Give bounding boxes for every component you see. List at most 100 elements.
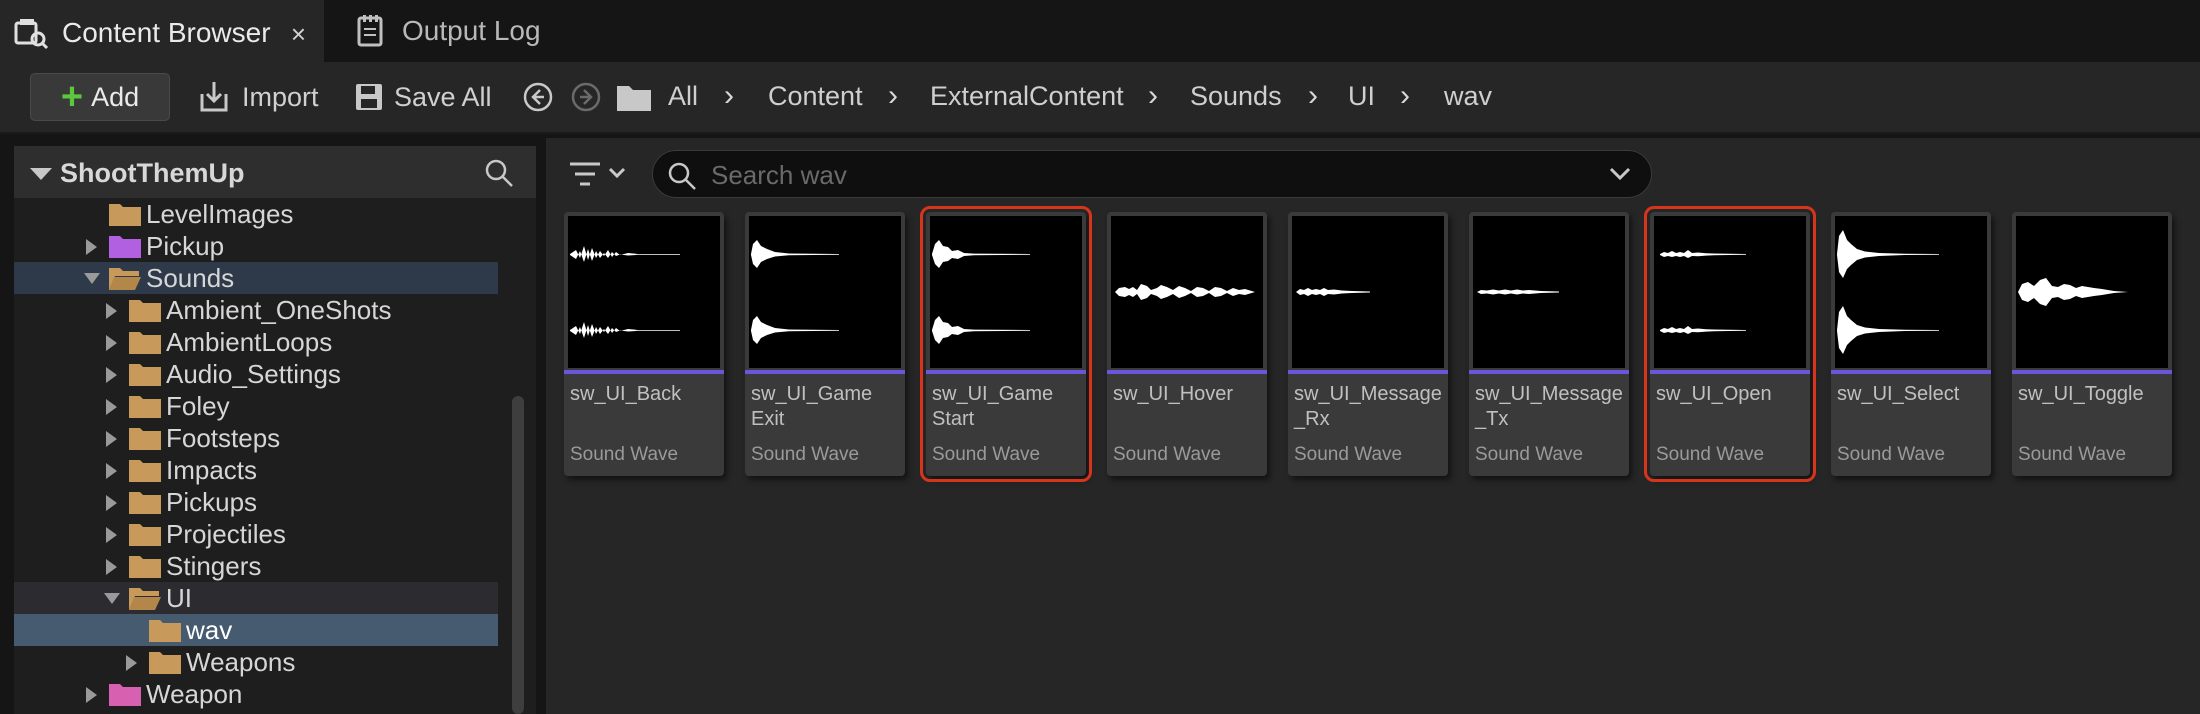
folder-open-icon: [129, 588, 161, 610]
save-all-button[interactable]: Save All: [354, 74, 492, 120]
search-input[interactable]: [709, 157, 1593, 193]
expand-arrow-icon[interactable]: [86, 687, 97, 703]
expand-arrow-icon[interactable]: [106, 559, 117, 575]
plus-icon: +: [60, 76, 84, 118]
expand-arrow-icon[interactable]: [106, 527, 117, 543]
tree-item-pickups[interactable]: Pickups: [14, 486, 498, 518]
scrollbar-thumb[interactable]: [512, 396, 524, 714]
breadcrumb-content[interactable]: Content: [768, 81, 863, 112]
waveform-thumbnail: [1111, 216, 1263, 368]
chevron-right-icon[interactable]: ›: [1148, 79, 1158, 113]
asset-name: sw_UI_Message _Tx: [1475, 383, 1623, 430]
folder-icon: [129, 524, 161, 546]
asset-tile[interactable]: sw_UI_Message _Tx Sound Wave: [1469, 212, 1629, 476]
folder-icon: [129, 332, 161, 354]
chevron-right-icon[interactable]: ›: [888, 79, 898, 113]
save-all-label: Save All: [394, 81, 492, 112]
expand-arrow-icon[interactable]: [106, 495, 117, 511]
tree-item-ambientloops[interactable]: AmbientLoops: [14, 326, 498, 358]
breadcrumb-ui[interactable]: UI: [1348, 81, 1375, 112]
tree-item-footsteps[interactable]: Footsteps: [14, 422, 498, 454]
expand-arrow-icon[interactable]: [86, 239, 97, 255]
toolbar: + Add Import Save All All › Content › Ex…: [0, 62, 2200, 134]
asset-view: sw_UI_Back Sound Wave sw_UI_Game Exit So…: [546, 138, 2200, 714]
asset-type-bar: [1107, 370, 1267, 374]
tree-item-foley[interactable]: Foley: [14, 390, 498, 422]
search-icon[interactable]: [484, 158, 514, 188]
expand-arrow-icon[interactable]: [126, 655, 137, 671]
asset-type: Sound Wave: [932, 444, 1041, 465]
asset-type-bar: [2012, 370, 2172, 374]
collapse-arrow-icon[interactable]: [30, 168, 52, 180]
expand-arrow-icon[interactable]: [106, 431, 117, 447]
tab-label: Content Browser: [62, 16, 271, 48]
asset-tile[interactable]: sw_UI_Hover Sound Wave: [1107, 212, 1267, 476]
asset-tile[interactable]: sw_UI_Toggle Sound Wave: [2012, 212, 2172, 476]
waveform-thumbnail: [930, 216, 1082, 368]
asset-type-bar: [745, 370, 905, 374]
tree-item-impacts[interactable]: Impacts: [14, 454, 498, 486]
close-icon[interactable]: ×: [291, 19, 306, 50]
tree-item-pickup[interactable]: Pickup: [14, 230, 498, 262]
folder-icon: [129, 364, 161, 386]
waveform-thumbnail: [1473, 216, 1625, 368]
filter-icon[interactable]: [568, 156, 632, 196]
tree-label: Footsteps: [166, 423, 281, 453]
tree-label: Audio_Settings: [166, 359, 341, 389]
expand-arrow-icon[interactable]: [106, 399, 117, 415]
chevron-right-icon[interactable]: ›: [1308, 79, 1318, 113]
asset-name: sw_UI_Back: [570, 383, 682, 405]
expand-arrow-icon[interactable]: [106, 463, 117, 479]
asset-tile[interactable]: sw_UI_Message _Rx Sound Wave: [1288, 212, 1448, 476]
folder-icon: [129, 460, 161, 482]
asset-type: Sound Wave: [2018, 444, 2127, 465]
breadcrumb-wav[interactable]: wav: [1444, 81, 1492, 112]
scrollbar[interactable]: [512, 396, 526, 714]
asset-tile[interactable]: sw_UI_Game Exit Sound Wave: [745, 212, 905, 476]
asset-name: sw_UI_Game Exit: [751, 383, 873, 430]
import-label: Import: [242, 81, 319, 112]
expand-arrow-icon[interactable]: [106, 335, 117, 351]
add-button[interactable]: + Add: [30, 73, 170, 121]
breadcrumb-all[interactable]: All: [668, 81, 698, 112]
collapse-arrow-icon[interactable]: [84, 273, 100, 284]
tree-label: Pickups: [166, 487, 258, 517]
waveform-thumbnail: [1654, 216, 1806, 368]
chevron-down-icon[interactable]: [1609, 165, 1631, 183]
tree-item-weapon[interactable]: Weapon: [14, 678, 498, 710]
chevron-right-icon[interactable]: ›: [724, 79, 734, 113]
tree-item-ui[interactable]: UI: [14, 582, 498, 614]
tree-label: Stingers: [166, 551, 262, 581]
tree-item-sounds[interactable]: Sounds: [14, 262, 498, 294]
tree-item-wav[interactable]: wav: [14, 614, 498, 646]
collapse-arrow-icon[interactable]: [104, 593, 120, 604]
asset-tile[interactable]: sw_UI_Open Sound Wave: [1644, 206, 1816, 482]
tree-label: Weapon: [146, 679, 243, 709]
expand-arrow-icon[interactable]: [106, 367, 117, 383]
import-button[interactable]: Import: [198, 74, 319, 120]
sources-header[interactable]: ShootThemUp: [14, 146, 536, 198]
tree-label: Weapons: [186, 647, 296, 677]
asset-tile[interactable]: sw_UI_Game Start Sound Wave: [920, 206, 1092, 482]
tree-item-ambient-oneshots[interactable]: Ambient_OneShots: [14, 294, 498, 326]
tree-item-stingers[interactable]: Stingers: [14, 550, 498, 582]
breadcrumb-externalcontent[interactable]: ExternalContent: [930, 81, 1124, 112]
search-field[interactable]: [652, 150, 1652, 198]
tree-item-levelimages[interactable]: LevelImages: [14, 198, 498, 230]
tree-item-weapons[interactable]: Weapons: [14, 646, 498, 678]
folder-icon: [109, 236, 141, 258]
back-arrow-icon[interactable]: [522, 81, 554, 113]
asset-tile[interactable]: sw_UI_Back Sound Wave: [564, 212, 724, 476]
tree-item-audio-settings[interactable]: Audio_Settings: [14, 358, 498, 390]
tree-item-projectiles[interactable]: Projectiles: [14, 518, 498, 550]
tree-label: LevelImages: [146, 199, 294, 229]
breadcrumb-sounds[interactable]: Sounds: [1190, 81, 1282, 112]
tab-content-browser[interactable]: Content Browser ×: [0, 0, 324, 62]
asset-type-bar: [1288, 370, 1448, 374]
expand-arrow-icon[interactable]: [106, 303, 117, 319]
forward-arrow-icon[interactable]: [570, 81, 602, 113]
tab-output-log[interactable]: Output Log: [340, 0, 560, 62]
asset-tile[interactable]: sw_UI_Select Sound Wave: [1831, 212, 1991, 476]
folder-icon: [129, 396, 161, 418]
chevron-right-icon[interactable]: ›: [1400, 79, 1410, 113]
